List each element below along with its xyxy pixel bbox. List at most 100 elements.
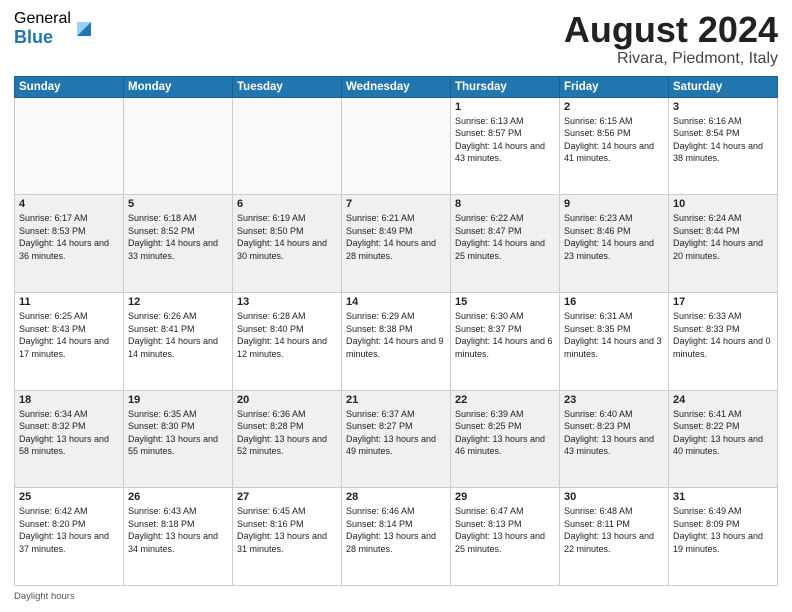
day-number: 20 xyxy=(237,394,337,406)
day-info: Sunrise: 6:24 AM Sunset: 8:44 PM Dayligh… xyxy=(673,212,773,262)
day-info: Sunrise: 6:43 AM Sunset: 8:18 PM Dayligh… xyxy=(128,505,228,555)
day-number: 30 xyxy=(564,491,664,503)
footer-text: Daylight hours xyxy=(14,591,75,602)
table-row xyxy=(342,97,451,195)
day-number: 15 xyxy=(455,296,555,308)
table-row: 22 Sunrise: 6:39 AM Sunset: 8:25 PM Dayli… xyxy=(451,390,560,488)
table-row: 31 Sunrise: 6:49 AM Sunset: 8:09 PM Dayli… xyxy=(669,488,778,586)
calendar-table: Sunday Monday Tuesday Wednesday Thursday… xyxy=(14,76,778,586)
day-number: 24 xyxy=(673,394,773,406)
day-info: Sunrise: 6:31 AM Sunset: 8:35 PM Dayligh… xyxy=(564,310,664,360)
table-row: 9 Sunrise: 6:23 AM Sunset: 8:46 PM Daylig… xyxy=(560,195,669,293)
table-row: 8 Sunrise: 6:22 AM Sunset: 8:47 PM Daylig… xyxy=(451,195,560,293)
calendar-week-row: 1Sunrise: 6:13 AM Sunset: 8:57 PM Daylig… xyxy=(15,97,778,195)
table-row: 10 Sunrise: 6:24 AM Sunset: 8:44 PM Dayli… xyxy=(669,195,778,293)
day-number: 9 xyxy=(564,198,664,210)
day-info: Sunrise: 6:13 AM Sunset: 8:57 PM Dayligh… xyxy=(455,115,555,165)
table-row: 1Sunrise: 6:13 AM Sunset: 8:57 PM Daylig… xyxy=(451,97,560,195)
day-info: Sunrise: 6:22 AM Sunset: 8:47 PM Dayligh… xyxy=(455,212,555,262)
day-number: 26 xyxy=(128,491,228,503)
header: General Blue August 2024 Rivara, Piedmon… xyxy=(14,10,778,68)
col-saturday: Saturday xyxy=(669,76,778,97)
day-info: Sunrise: 6:26 AM Sunset: 8:41 PM Dayligh… xyxy=(128,310,228,360)
table-row: 5 Sunrise: 6:18 AM Sunset: 8:52 PM Daylig… xyxy=(124,195,233,293)
calendar-week-row: 11Sunrise: 6:25 AM Sunset: 8:43 PM Dayli… xyxy=(15,292,778,390)
logo-general: General xyxy=(14,10,71,28)
day-number: 12 xyxy=(128,296,228,308)
day-info: Sunrise: 6:23 AM Sunset: 8:46 PM Dayligh… xyxy=(564,212,664,262)
day-number: 27 xyxy=(237,491,337,503)
footer: Daylight hours xyxy=(14,591,778,602)
table-row: 19 Sunrise: 6:35 AM Sunset: 8:30 PM Dayli… xyxy=(124,390,233,488)
table-row: 17 Sunrise: 6:33 AM Sunset: 8:33 PM Dayli… xyxy=(669,292,778,390)
day-info: Sunrise: 6:21 AM Sunset: 8:49 PM Dayligh… xyxy=(346,212,446,262)
day-info: Sunrise: 6:19 AM Sunset: 8:50 PM Dayligh… xyxy=(237,212,337,262)
table-row xyxy=(124,97,233,195)
title-block: August 2024 Rivara, Piedmont, Italy xyxy=(564,10,778,68)
day-info: Sunrise: 6:37 AM Sunset: 8:27 PM Dayligh… xyxy=(346,408,446,458)
table-row: 13Sunrise: 6:28 AM Sunset: 8:40 PM Dayli… xyxy=(233,292,342,390)
col-monday: Monday xyxy=(124,76,233,97)
day-info: Sunrise: 6:40 AM Sunset: 8:23 PM Dayligh… xyxy=(564,408,664,458)
day-info: Sunrise: 6:16 AM Sunset: 8:54 PM Dayligh… xyxy=(673,115,773,165)
day-info: Sunrise: 6:30 AM Sunset: 8:37 PM Dayligh… xyxy=(455,310,555,360)
day-number: 31 xyxy=(673,491,773,503)
table-row: 6 Sunrise: 6:19 AM Sunset: 8:50 PM Daylig… xyxy=(233,195,342,293)
table-row: 15 Sunrise: 6:30 AM Sunset: 8:37 PM Dayli… xyxy=(451,292,560,390)
day-number: 16 xyxy=(564,296,664,308)
table-row: 11Sunrise: 6:25 AM Sunset: 8:43 PM Dayli… xyxy=(15,292,124,390)
table-row: 14Sunrise: 6:29 AM Sunset: 8:38 PM Dayli… xyxy=(342,292,451,390)
col-thursday: Thursday xyxy=(451,76,560,97)
table-row: 29Sunrise: 6:47 AM Sunset: 8:13 PM Dayli… xyxy=(451,488,560,586)
day-number: 23 xyxy=(564,394,664,406)
col-wednesday: Wednesday xyxy=(342,76,451,97)
day-number: 25 xyxy=(19,491,119,503)
col-tuesday: Tuesday xyxy=(233,76,342,97)
day-number: 22 xyxy=(455,394,555,406)
logo-icon xyxy=(73,18,95,40)
day-number: 28 xyxy=(346,491,446,503)
day-number: 10 xyxy=(673,198,773,210)
day-info: Sunrise: 6:29 AM Sunset: 8:38 PM Dayligh… xyxy=(346,310,446,360)
day-info: Sunrise: 6:25 AM Sunset: 8:43 PM Dayligh… xyxy=(19,310,119,360)
day-number: 3 xyxy=(673,101,773,113)
day-number: 2 xyxy=(564,101,664,113)
day-info: Sunrise: 6:39 AM Sunset: 8:25 PM Dayligh… xyxy=(455,408,555,458)
day-info: Sunrise: 6:47 AM Sunset: 8:13 PM Dayligh… xyxy=(455,505,555,555)
day-number: 19 xyxy=(128,394,228,406)
table-row: 30Sunrise: 6:48 AM Sunset: 8:11 PM Dayli… xyxy=(560,488,669,586)
logo-blue: Blue xyxy=(14,28,71,48)
calendar-week-row: 18Sunrise: 6:34 AM Sunset: 8:32 PM Dayli… xyxy=(15,390,778,488)
day-number: 4 xyxy=(19,198,119,210)
table-row: 26 Sunrise: 6:43 AM Sunset: 8:18 PM Dayli… xyxy=(124,488,233,586)
day-number: 17 xyxy=(673,296,773,308)
day-number: 5 xyxy=(128,198,228,210)
logo: General Blue xyxy=(14,10,95,47)
table-row: 2 Sunrise: 6:15 AM Sunset: 8:56 PM Daylig… xyxy=(560,97,669,195)
table-row: 28 Sunrise: 6:46 AM Sunset: 8:14 PM Dayli… xyxy=(342,488,451,586)
logo-text: General Blue xyxy=(14,10,71,47)
table-row: 24 Sunrise: 6:41 AM Sunset: 8:22 PM Dayli… xyxy=(669,390,778,488)
day-number: 6 xyxy=(237,198,337,210)
day-info: Sunrise: 6:15 AM Sunset: 8:56 PM Dayligh… xyxy=(564,115,664,165)
day-number: 18 xyxy=(19,394,119,406)
day-info: Sunrise: 6:17 AM Sunset: 8:53 PM Dayligh… xyxy=(19,212,119,262)
day-info: Sunrise: 6:41 AM Sunset: 8:22 PM Dayligh… xyxy=(673,408,773,458)
day-info: Sunrise: 6:49 AM Sunset: 8:09 PM Dayligh… xyxy=(673,505,773,555)
day-info: Sunrise: 6:45 AM Sunset: 8:16 PM Dayligh… xyxy=(237,505,337,555)
table-row xyxy=(233,97,342,195)
day-info: Sunrise: 6:33 AM Sunset: 8:33 PM Dayligh… xyxy=(673,310,773,360)
col-sunday: Sunday xyxy=(15,76,124,97)
page: General Blue August 2024 Rivara, Piedmon… xyxy=(0,0,792,612)
table-row: 18Sunrise: 6:34 AM Sunset: 8:32 PM Dayli… xyxy=(15,390,124,488)
table-row: 7Sunrise: 6:21 AM Sunset: 8:49 PM Daylig… xyxy=(342,195,451,293)
table-row: 12 Sunrise: 6:26 AM Sunset: 8:41 PM Dayli… xyxy=(124,292,233,390)
day-info: Sunrise: 6:42 AM Sunset: 8:20 PM Dayligh… xyxy=(19,505,119,555)
day-info: Sunrise: 6:18 AM Sunset: 8:52 PM Dayligh… xyxy=(128,212,228,262)
day-info: Sunrise: 6:35 AM Sunset: 8:30 PM Dayligh… xyxy=(128,408,228,458)
table-row: 16 Sunrise: 6:31 AM Sunset: 8:35 PM Dayli… xyxy=(560,292,669,390)
day-number: 8 xyxy=(455,198,555,210)
day-info: Sunrise: 6:46 AM Sunset: 8:14 PM Dayligh… xyxy=(346,505,446,555)
table-row: 23 Sunrise: 6:40 AM Sunset: 8:23 PM Dayli… xyxy=(560,390,669,488)
calendar-subtitle: Rivara, Piedmont, Italy xyxy=(564,50,778,68)
